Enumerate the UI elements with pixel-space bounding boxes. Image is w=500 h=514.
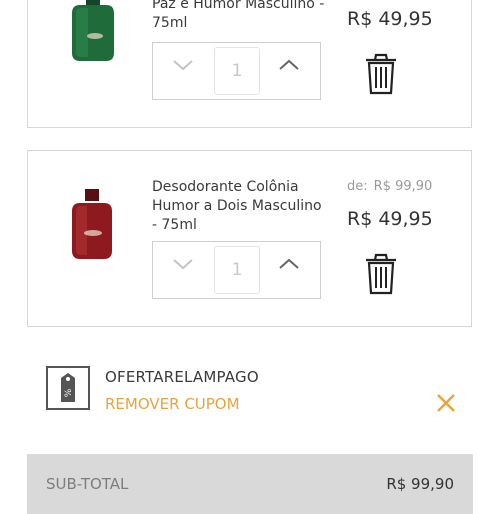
quantity-stepper xyxy=(152,42,321,100)
subtotal-value: R$ 99,90 xyxy=(386,475,454,493)
subtotal-label: SUB-TOTAL xyxy=(46,475,129,493)
trash-icon[interactable] xyxy=(363,53,399,95)
old-price-prefix: de: xyxy=(347,179,368,194)
product-price: R$ 49,95 xyxy=(347,208,433,230)
increment-button[interactable] xyxy=(275,250,303,278)
product-image xyxy=(72,0,114,61)
quantity-input[interactable] xyxy=(214,47,260,95)
chevron-down-icon xyxy=(173,60,193,71)
coupon-icon-box: % xyxy=(46,366,90,410)
cart-item: Paz e Humor Masculino - 75ml R$ 49,95 xyxy=(27,0,472,128)
product-old-price: de: R$ 99,90 xyxy=(347,179,432,194)
product-name: Desodorante Colônia Humor a Dois Masculi… xyxy=(152,179,322,233)
quantity-stepper xyxy=(152,241,321,299)
cart-item: Desodorante Colônia Humor a Dois Masculi… xyxy=(27,150,472,327)
chevron-up-icon xyxy=(279,59,299,70)
decrement-button[interactable] xyxy=(169,51,197,79)
chevron-up-icon xyxy=(279,258,299,269)
coupon-row: % OFERTARELAMPAGO REMOVER CUPOM xyxy=(46,366,456,416)
product-price: R$ 49,95 xyxy=(347,8,433,30)
increment-button[interactable] xyxy=(275,51,303,79)
trash-icon[interactable] xyxy=(363,253,399,295)
coupon-code: OFERTARELAMPAGO xyxy=(105,368,259,386)
product-image xyxy=(72,189,112,259)
coupon-tag-icon: % xyxy=(61,373,75,402)
quantity-input[interactable] xyxy=(214,246,260,294)
product-name: Paz e Humor Masculino - 75ml xyxy=(152,0,325,31)
close-icon[interactable] xyxy=(435,392,457,414)
decrement-button[interactable] xyxy=(169,250,197,278)
old-price-value: R$ 99,90 xyxy=(373,179,433,194)
svg-text:%: % xyxy=(64,388,74,397)
subtotal-bar: SUB-TOTAL R$ 99,90 xyxy=(27,454,473,514)
chevron-down-icon xyxy=(173,259,193,270)
remove-coupon-link[interactable]: REMOVER CUPOM xyxy=(105,395,240,413)
